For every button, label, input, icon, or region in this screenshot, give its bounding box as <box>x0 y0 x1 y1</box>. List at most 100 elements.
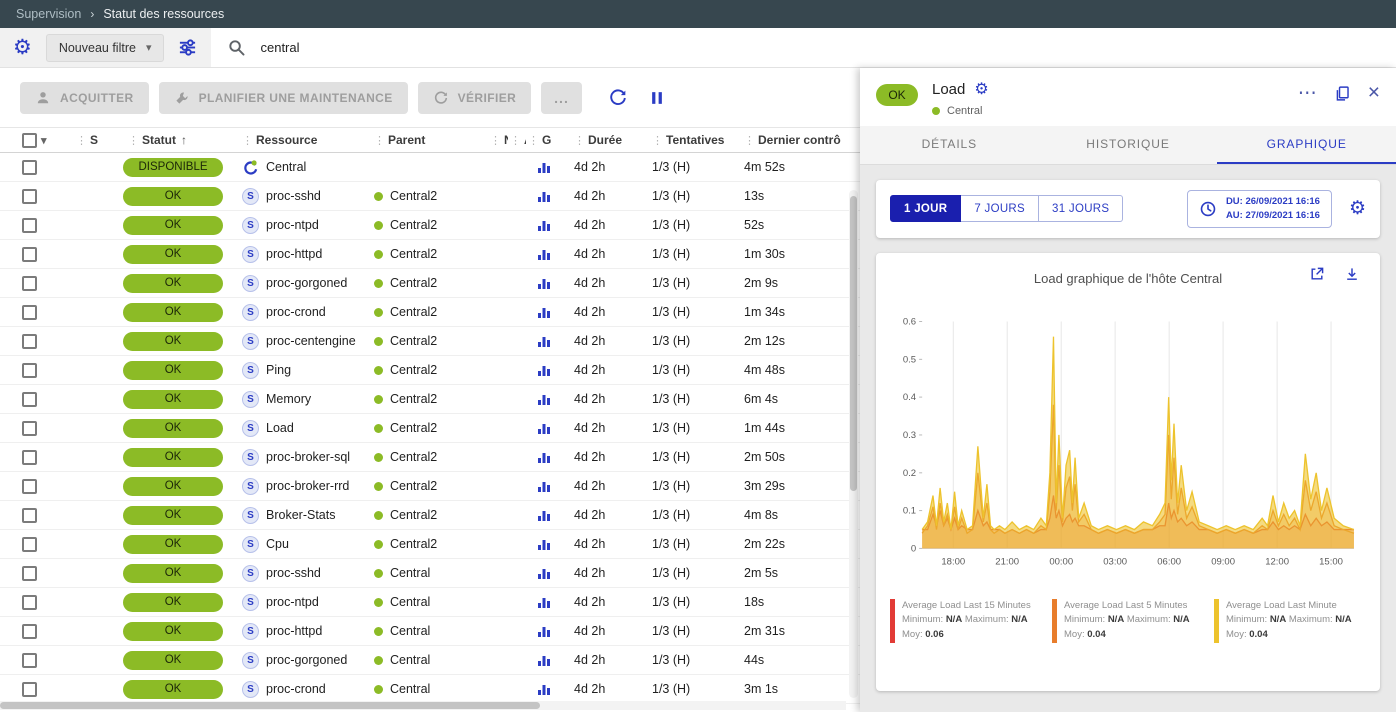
graph-icon[interactable] <box>537 392 551 406</box>
resource-name[interactable]: proc-gorgoned <box>266 653 347 667</box>
resource-name[interactable]: Cpu <box>266 537 289 551</box>
parent-name[interactable]: Central2 <box>390 450 437 464</box>
graph-icon[interactable] <box>537 624 551 638</box>
graph-icon[interactable] <box>537 334 551 348</box>
table-row[interactable]: OK S proc-gorgoned Central2 <box>0 269 860 298</box>
vertical-scrollbar-thumb[interactable] <box>850 196 857 491</box>
row-checkbox[interactable] <box>22 682 37 697</box>
graph-icon[interactable] <box>537 247 551 261</box>
graph-icon[interactable] <box>537 566 551 580</box>
row-checkbox[interactable] <box>22 276 37 291</box>
resource-name[interactable]: proc-ntpd <box>266 218 319 232</box>
graph-icon[interactable] <box>537 682 551 696</box>
resource-name[interactable]: Load <box>266 421 294 435</box>
check-button[interactable]: VÉRIFIER <box>418 82 532 114</box>
horizontal-scrollbar[interactable] <box>0 701 846 710</box>
graph-icon[interactable] <box>537 276 551 290</box>
row-checkbox[interactable] <box>22 160 37 175</box>
parent-name[interactable]: Central2 <box>390 392 437 406</box>
parent-name[interactable]: Central2 <box>390 537 437 551</box>
row-checkbox[interactable] <box>22 624 37 639</box>
more-actions-button[interactable]: ... <box>541 82 582 114</box>
table-row[interactable]: OK S Load Central2 <box>0 414 860 443</box>
parent-name[interactable]: Central2 <box>390 189 437 203</box>
copy-link-button[interactable] <box>1334 85 1351 102</box>
resource-name[interactable]: Ping <box>266 363 291 377</box>
row-checkbox[interactable] <box>22 508 37 523</box>
graph-icon[interactable] <box>537 653 551 667</box>
table-row[interactable]: OK S proc-httpd Central2 <box>0 240 860 269</box>
filter-select[interactable]: Nouveau filtre ▾ <box>46 34 165 62</box>
table-row[interactable]: OK S proc-crond Central <box>0 675 860 704</box>
select-all-checkbox[interactable] <box>22 133 37 148</box>
table-row[interactable]: DISPONIBLE S Central <box>0 153 860 182</box>
column-header-parent[interactable]: ⋮ Parent <box>362 133 488 147</box>
resource-name[interactable]: proc-broker-sql <box>266 450 350 464</box>
graph-icon[interactable] <box>537 363 551 377</box>
range-31-jours[interactable]: 31 JOURS <box>1039 195 1123 222</box>
row-checkbox[interactable] <box>22 334 37 349</box>
resource-name[interactable]: proc-ntpd <box>266 595 319 609</box>
graph-icon[interactable] <box>537 508 551 522</box>
row-checkbox[interactable] <box>22 421 37 436</box>
parent-name[interactable]: Central2 <box>390 334 437 348</box>
row-checkbox[interactable] <box>22 653 37 668</box>
parent-name[interactable]: Central2 <box>390 218 437 232</box>
resource-name[interactable]: proc-crond <box>266 305 326 319</box>
tab-historique[interactable]: HISTORIQUE <box>1039 126 1218 164</box>
load-chart[interactable]: 18:0021:0000:0003:0006:0009:0012:0015:00… <box>888 295 1368 593</box>
table-row[interactable]: OK S proc-httpd Central <box>0 617 860 646</box>
resource-name[interactable]: proc-httpd <box>266 624 322 638</box>
row-checkbox[interactable] <box>22 305 37 320</box>
pause-autorefresh-button[interactable] <box>648 89 666 107</box>
close-panel-icon[interactable]: × <box>1368 85 1380 102</box>
export-graph-button[interactable] <box>1344 266 1360 282</box>
table-row[interactable]: OK S proc-broker-sql Central2 <box>0 443 860 472</box>
resource-settings-gear-icon[interactable]: ⚙ <box>974 82 988 98</box>
column-header-action[interactable]: ⋮ A <box>508 133 526 147</box>
graph-settings-button[interactable]: ⚙ <box>1349 199 1366 218</box>
legend-item[interactable]: Average Load Last 15 Minutes Minimum: N/… <box>890 599 1042 643</box>
legend-item[interactable]: Average Load Last Minute Minimum: N/A Ma… <box>1214 599 1366 643</box>
table-row[interactable]: OK S proc-centengine Central2 <box>0 327 860 356</box>
column-header-last-check[interactable]: ⋮ Dernier contrô <box>732 133 860 147</box>
column-header-resource[interactable]: ⋮ Ressource <box>230 133 362 147</box>
table-row[interactable]: OK S proc-ntpd Central <box>0 588 860 617</box>
range-1-jour[interactable]: 1 JOUR <box>890 195 961 222</box>
resource-name[interactable]: proc-broker-rrd <box>266 479 349 493</box>
graph-icon[interactable] <box>537 160 551 174</box>
horizontal-scrollbar-thumb[interactable] <box>0 702 540 709</box>
panel-more-actions-icon[interactable]: ⋯ <box>1298 88 1317 99</box>
resource-name[interactable]: proc-crond <box>266 682 326 696</box>
row-checkbox[interactable] <box>22 537 37 552</box>
column-header-status[interactable]: ⋮ Statut ↑ <box>116 133 230 147</box>
filters-gear-button[interactable]: ⚙ <box>13 37 32 58</box>
select-options-caret-icon[interactable]: ▾ <box>41 134 47 147</box>
parent-name[interactable]: Central2 <box>390 479 437 493</box>
table-row[interactable]: OK S proc-broker-rrd Central2 <box>0 472 860 501</box>
plan-maintenance-button[interactable]: PLANIFIER UNE MAINTENANCE <box>159 82 408 114</box>
parent-name[interactable]: Central <box>390 624 430 638</box>
row-checkbox[interactable] <box>22 247 37 262</box>
column-header-notes[interactable]: ⋮ N <box>488 133 508 147</box>
table-row[interactable]: OK S Broker-Stats Central2 <box>0 501 860 530</box>
row-checkbox[interactable] <box>22 392 37 407</box>
range-7-jours[interactable]: 7 JOURS <box>961 195 1039 222</box>
resource-name[interactable]: proc-sshd <box>266 566 321 580</box>
graph-icon[interactable] <box>537 218 551 232</box>
parent-name[interactable]: Central <box>390 653 430 667</box>
graph-icon[interactable] <box>537 450 551 464</box>
tab-graphique[interactable]: GRAPHIQUE <box>1217 126 1396 164</box>
table-row[interactable]: OK S proc-crond Central2 <box>0 298 860 327</box>
panel-host-name[interactable]: Central <box>947 105 982 117</box>
resource-name[interactable]: Broker-Stats <box>266 508 335 522</box>
table-row[interactable]: OK S proc-gorgoned Central <box>0 646 860 675</box>
refresh-button[interactable] <box>608 88 628 108</box>
graph-icon[interactable] <box>537 421 551 435</box>
open-graph-in-new-button[interactable] <box>1309 266 1325 282</box>
table-row[interactable]: OK S proc-ntpd Central2 <box>0 211 860 240</box>
resource-name[interactable]: Central <box>266 160 306 174</box>
column-header-severity[interactable]: ⋮ S <box>64 133 116 147</box>
parent-name[interactable]: Central <box>390 566 430 580</box>
resource-name[interactable]: proc-gorgoned <box>266 276 347 290</box>
